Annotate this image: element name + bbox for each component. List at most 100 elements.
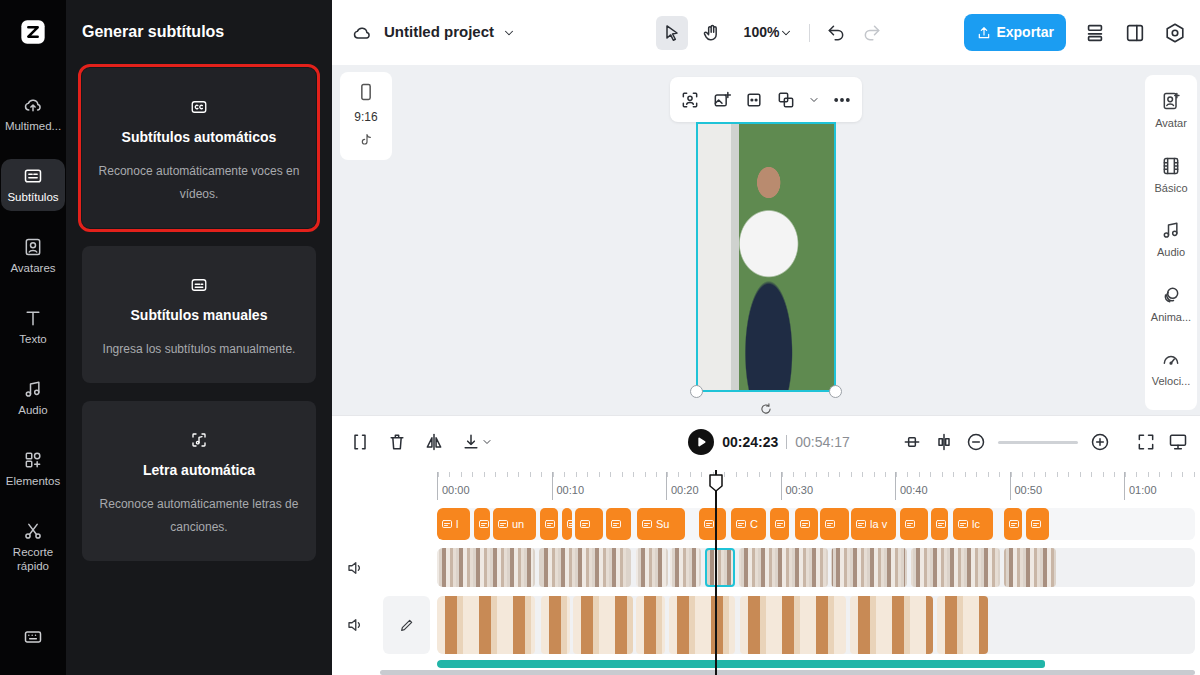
video-thumbnail[interactable] — [739, 548, 828, 588]
video-thumbnail[interactable] — [1004, 548, 1056, 588]
image-clip[interactable] — [669, 596, 735, 654]
clip[interactable] — [1026, 508, 1049, 540]
clip[interactable] — [636, 596, 667, 654]
subtitle-chip[interactable] — [562, 508, 572, 540]
clip[interactable] — [740, 596, 848, 654]
clip[interactable] — [606, 508, 631, 540]
image-clip[interactable] — [636, 596, 665, 654]
video-thumbnail[interactable] — [705, 548, 735, 588]
clip[interactable] — [1004, 508, 1021, 540]
clip[interactable] — [437, 548, 537, 588]
subtitle-chip[interactable]: l — [437, 508, 470, 540]
resize-handle[interactable] — [829, 385, 842, 398]
mirror-icon[interactable] — [424, 432, 444, 452]
tool-button[interactable] — [696, 16, 728, 50]
clip[interactable] — [669, 596, 737, 654]
clip[interactable] — [437, 596, 537, 654]
panels-icon[interactable] — [1124, 22, 1146, 44]
edit-button[interactable] — [383, 596, 430, 654]
video-thumbnail[interactable] — [539, 548, 631, 588]
clip[interactable]: l — [437, 508, 470, 540]
chevron-down-icon[interactable] — [502, 26, 516, 40]
video-thumbnail[interactable] — [831, 548, 907, 588]
image-clip[interactable] — [850, 596, 933, 654]
video-thumbnail[interactable] — [437, 548, 535, 588]
clip[interactable] — [705, 548, 737, 588]
zoom-out-icon[interactable] — [966, 432, 986, 452]
layers-icon[interactable] — [1084, 22, 1106, 44]
clip[interactable] — [911, 548, 1002, 588]
subtitle-chip[interactable] — [540, 508, 558, 540]
zoom-in-icon[interactable] — [1090, 432, 1110, 452]
sidebar-item[interactable]: Audio — [1, 372, 65, 424]
clip[interactable] — [795, 508, 818, 540]
clip[interactable] — [931, 508, 948, 540]
sidebar-item[interactable]: Subtítulos — [1, 159, 65, 211]
subtitle-chip[interactable] — [575, 508, 603, 540]
clip[interactable]: Su — [637, 508, 685, 540]
subtitle-chip[interactable]: Su — [637, 508, 685, 540]
sidebar-item[interactable]: Elementos — [1, 443, 65, 495]
app-logo-icon[interactable] — [19, 18, 47, 46]
remove-background-icon[interactable] — [680, 90, 700, 110]
clip[interactable] — [474, 508, 490, 540]
subtitle-chip[interactable]: C — [731, 508, 767, 540]
align-icon[interactable] — [934, 432, 954, 452]
clip[interactable] — [739, 548, 830, 588]
clip[interactable] — [831, 548, 909, 588]
clip[interactable] — [540, 508, 558, 540]
clip[interactable]: un — [493, 508, 537, 540]
settings-icon[interactable] — [1164, 22, 1186, 44]
resize-handle[interactable] — [690, 385, 703, 398]
monitor-icon[interactable] — [1168, 432, 1188, 452]
clip[interactable] — [575, 508, 603, 540]
trash-icon[interactable] — [387, 432, 407, 452]
subtitle-chip[interactable] — [474, 508, 490, 540]
playhead[interactable] — [715, 470, 717, 675]
video-thumbnail[interactable] — [636, 548, 668, 588]
clip[interactable] — [636, 548, 670, 588]
speaker-icon[interactable] — [346, 616, 364, 634]
subtitle-chip[interactable] — [900, 508, 928, 540]
subtitle-chip[interactable] — [699, 508, 727, 540]
split-icon[interactable] — [350, 432, 370, 452]
clip[interactable]: lc — [953, 508, 993, 540]
clip[interactable] — [573, 596, 635, 654]
rail-button[interactable]: Veloci... — [1145, 345, 1197, 410]
clip[interactable] — [1004, 548, 1058, 588]
clip[interactable] — [670, 548, 702, 588]
subtitle-chip[interactable]: lc — [953, 508, 993, 540]
image-plus-icon[interactable] — [712, 90, 732, 110]
clip[interactable] — [850, 596, 935, 654]
video-thumbnail[interactable] — [670, 548, 700, 588]
more-icon[interactable] — [832, 90, 852, 110]
clip[interactable] — [900, 508, 928, 540]
subtitle-chip[interactable] — [795, 508, 818, 540]
zoom-slider[interactable] — [998, 441, 1078, 444]
sidebar-item[interactable]: Multimed... — [1, 88, 65, 140]
video-preview[interactable] — [696, 122, 836, 392]
undo-button[interactable] — [826, 23, 846, 43]
sidebar-item[interactable]: Recorte rápido — [1, 514, 65, 580]
clip[interactable]: la v — [851, 508, 896, 540]
subtitle-chip[interactable] — [1026, 508, 1049, 540]
rail-button[interactable]: Anima... — [1145, 281, 1197, 346]
option-card[interactable]: Letra automáticaReconoce automáticamente… — [82, 401, 316, 561]
scrollbar[interactable] — [380, 670, 1195, 675]
replace-icon[interactable] — [776, 90, 796, 110]
subtitle-chip[interactable]: un — [493, 508, 537, 540]
download-button[interactable] — [461, 432, 493, 452]
frame-icon[interactable] — [744, 90, 764, 110]
subtitle-chip[interactable] — [770, 508, 790, 540]
clip[interactable] — [699, 508, 727, 540]
option-card[interactable]: Subtítulos automáticosReconoce automátic… — [82, 68, 316, 228]
rotate-icon[interactable] — [759, 402, 773, 416]
image-clip[interactable] — [437, 596, 535, 654]
keyboard-icon[interactable] — [23, 627, 43, 647]
clip[interactable] — [541, 596, 572, 654]
tool-button[interactable] — [656, 16, 688, 50]
sidebar-item[interactable]: Texto — [1, 301, 65, 353]
clip[interactable] — [937, 596, 990, 654]
format-card[interactable]: 9:16 — [340, 72, 392, 160]
clip[interactable] — [820, 508, 849, 540]
